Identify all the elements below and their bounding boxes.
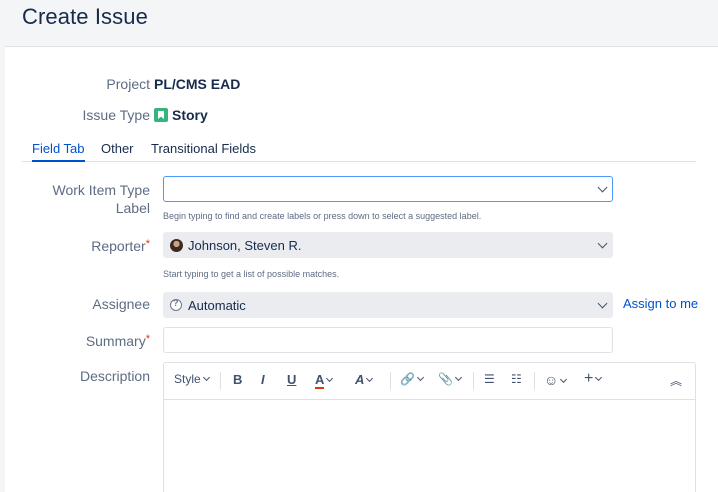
style-label: Style: [174, 372, 201, 386]
page-header: Create Issue: [0, 0, 718, 46]
required-marker: *: [145, 238, 150, 250]
project-label: Project: [106, 76, 150, 92]
avatar: [170, 239, 183, 252]
required-marker: *: [145, 333, 150, 345]
plus-icon: +: [584, 370, 594, 387]
emoji-dropdown[interactable]: ☺: [544, 372, 568, 390]
assignee-value: Automatic: [188, 298, 246, 313]
chevron-down-icon[interactable]: [597, 298, 608, 309]
assign-to-me-link[interactable]: Assign to me: [623, 296, 698, 311]
chevron-down-icon[interactable]: [597, 182, 608, 193]
numbered-list-button[interactable]: ☷: [511, 372, 522, 390]
chevron-down-icon: [326, 374, 334, 383]
attachment-dropdown[interactable]: 📎: [438, 372, 462, 390]
assignee-label: Assignee: [92, 296, 150, 312]
underline-button[interactable]: U: [287, 372, 296, 390]
editor-toolbar: Style B I U A A 🔗 📎 ☰ ☷ ☺ + ︽: [164, 363, 695, 400]
chevron-down-icon: [560, 375, 568, 384]
bold-button[interactable]: B: [233, 372, 242, 390]
page-title: Create Issue: [22, 4, 148, 29]
reporter-label-text: Reporter: [91, 238, 146, 254]
emoji-icon: ☺: [544, 372, 559, 388]
collapse-toolbar-button[interactable]: ︽: [670, 372, 682, 390]
toolbar-divider: [534, 372, 535, 390]
field-tabs: Field Tab Other Transitional Fields: [22, 141, 696, 162]
style-dropdown[interactable]: Style: [174, 372, 210, 390]
toolbar-divider: [473, 372, 474, 390]
link-icon: 🔗: [400, 372, 415, 386]
work-item-type-label-line2: Label: [115, 200, 150, 216]
reporter-help: Start typing to get a list of possible m…: [163, 269, 340, 279]
text-color-icon: A: [315, 372, 325, 389]
tab-field-tab[interactable]: Field Tab: [32, 141, 85, 162]
tab-transitional-fields[interactable]: Transitional Fields: [151, 141, 256, 162]
chevron-down-icon: [454, 373, 462, 382]
more-formatting-dropdown[interactable]: A: [355, 372, 374, 390]
description-label: Description: [79, 368, 150, 384]
toolbar-divider: [220, 372, 221, 390]
insert-dropdown[interactable]: +: [584, 370, 603, 388]
link-dropdown[interactable]: 🔗: [400, 372, 424, 390]
chevron-down-icon: [202, 373, 210, 382]
project-value: PL/CMS EAD: [154, 76, 241, 92]
summary-input[interactable]: [163, 327, 613, 353]
chevron-down-icon: [416, 373, 424, 382]
toolbar-divider: [390, 372, 391, 390]
summary-label-text: Summary: [85, 333, 146, 349]
reporter-select[interactable]: Johnson, Steven R.: [163, 232, 613, 258]
chevron-down-icon: [595, 373, 603, 382]
text-color-dropdown[interactable]: A: [315, 372, 334, 390]
story-icon: [154, 108, 168, 122]
assignee-select[interactable]: Automatic: [163, 292, 613, 318]
summary-label: Summary*: [86, 333, 150, 349]
chevron-down-icon[interactable]: [597, 238, 608, 249]
issue-type-value: Story: [154, 107, 208, 123]
italic-button[interactable]: I: [261, 372, 265, 390]
work-item-type-label-input[interactable]: [163, 176, 613, 202]
issue-type-label: Issue Type: [82, 107, 150, 123]
reporter-value: Johnson, Steven R.: [188, 238, 302, 253]
reporter-label: Reporter*: [91, 238, 150, 254]
more-formatting-icon: A: [355, 372, 365, 387]
issue-type-text: Story: [172, 107, 208, 123]
chevron-down-icon: [366, 374, 374, 383]
automatic-user-icon: [170, 298, 182, 311]
description-editor[interactable]: Style B I U A A 🔗 📎 ☰ ☷ ☺ + ︽: [163, 362, 696, 492]
bullet-list-button[interactable]: ☰: [484, 372, 495, 390]
work-item-type-label-line1: Work Item Type: [52, 182, 150, 198]
work-item-type-label-help: Begin typing to find and create labels o…: [163, 211, 482, 221]
tab-other[interactable]: Other: [101, 141, 134, 162]
attachment-icon: 📎: [438, 372, 453, 386]
